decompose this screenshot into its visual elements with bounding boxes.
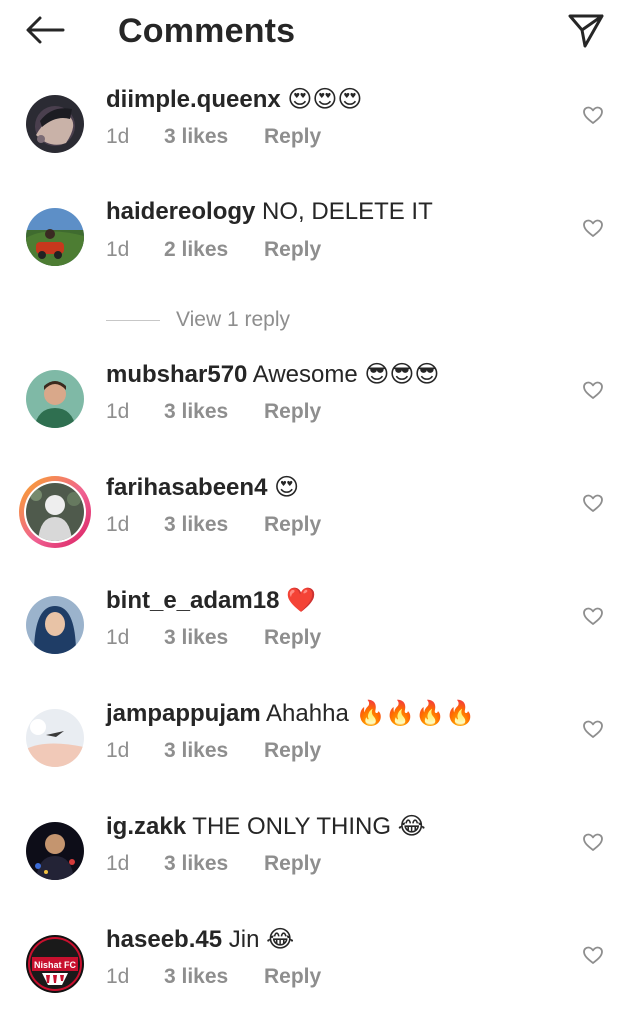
comment-text-line: bint_e_adam18 ❤️ — [106, 586, 316, 615]
comment-row: ig.zakk THE ONLY THING 😂 1d 3 likes Reply — [0, 813, 639, 922]
comment-likes[interactable]: 3 likes — [164, 739, 264, 763]
comment-username[interactable]: jampappujam — [106, 700, 261, 727]
comment-likes[interactable]: 3 likes — [164, 626, 264, 650]
arrow-left-icon — [26, 16, 65, 44]
like-button[interactable] — [581, 830, 605, 854]
comment-text: Awesome 😎😎😎 — [252, 361, 440, 388]
view-replies-button[interactable]: View 1 reply — [106, 306, 290, 334]
avatar[interactable] — [26, 370, 84, 428]
heart-icon — [583, 219, 603, 237]
comment-meta: 1d 3 likes Reply — [106, 852, 321, 876]
comment-text-line: jampappujam Ahahha 🔥🔥🔥🔥 — [106, 699, 475, 728]
team-badge-text: Nishat FC — [34, 960, 77, 970]
divider — [106, 319, 160, 321]
comment-username[interactable]: farihasabeen4 — [106, 474, 267, 501]
comment-row: farihasabeen4 😍 1d 3 likes Reply — [0, 474, 639, 583]
reply-button[interactable]: Reply — [264, 400, 321, 424]
comment-likes[interactable]: 3 likes — [164, 852, 264, 876]
avatar[interactable] — [26, 208, 84, 266]
reply-button[interactable]: Reply — [264, 739, 321, 763]
avatar-story-ring[interactable] — [19, 476, 91, 548]
comment-likes[interactable]: 3 likes — [164, 400, 264, 424]
comment-text: 😍 — [274, 474, 300, 501]
like-button[interactable] — [581, 378, 605, 402]
comment-username[interactable]: ig.zakk — [106, 813, 186, 840]
comment-username[interactable]: bint_e_adam18 — [106, 587, 279, 614]
comment-meta: 1d 3 likes Reply — [106, 965, 321, 989]
comment-text: 😍😍😍 — [287, 85, 363, 113]
comment-time: 1d — [106, 125, 130, 148]
comment-likes[interactable]: 2 likes — [164, 238, 264, 262]
comment-likes[interactable]: 3 likes — [164, 125, 264, 149]
reply-button[interactable]: Reply — [264, 852, 321, 876]
comment-likes[interactable]: 3 likes — [164, 965, 264, 989]
comment-text-line: diimple.queenx 😍😍😍 — [106, 85, 362, 114]
comment-row: haidereology NO, DELETE IT 1d 2 likes Repl… — [0, 198, 639, 308]
comment-time: 1d — [106, 238, 130, 261]
reply-button[interactable]: Reply — [264, 965, 321, 989]
heart-icon — [583, 381, 603, 399]
page-title: Comments — [118, 12, 296, 50]
comment-username[interactable]: haseeb.45 — [106, 926, 222, 953]
comment-username[interactable]: haidereology — [106, 198, 255, 225]
comment-username[interactable]: mubshar570 — [106, 361, 247, 388]
comment-text-line: farihasabeen4 😍 — [106, 473, 299, 502]
comment-text-line: ig.zakk THE ONLY THING 😂 — [106, 812, 426, 841]
top-bar: Comments — [0, 0, 639, 66]
comment-time: 1d — [106, 513, 130, 536]
comment-text: Jin 😂 — [228, 926, 295, 953]
share-button[interactable] — [563, 8, 609, 54]
heart-icon — [583, 607, 603, 625]
comment-time: 1d — [106, 739, 130, 762]
like-button[interactable] — [581, 216, 605, 240]
avatar[interactable]: Nishat FC — [26, 935, 84, 993]
paper-plane-icon — [568, 14, 604, 48]
like-button[interactable] — [581, 491, 605, 515]
comment-meta: 1d 3 likes Reply — [106, 626, 321, 650]
comment-time: 1d — [106, 626, 130, 649]
like-button[interactable] — [581, 943, 605, 967]
comment-meta: 1d 3 likes Reply — [106, 125, 321, 149]
comment-text-line: mubshar570 Awesome 😎😎😎 — [106, 360, 439, 389]
comment-text-line: haseeb.45 Jin 😂 — [106, 925, 294, 954]
avatar[interactable] — [26, 95, 84, 153]
avatar[interactable] — [26, 822, 84, 880]
comment-row: bint_e_adam18 ❤️ 1d 3 likes Reply — [0, 587, 639, 696]
comment-username[interactable]: diimple.queenx — [106, 86, 281, 113]
comment-row: mubshar570 Awesome 😎😎😎 1d 3 likes Reply — [0, 361, 639, 470]
reply-button[interactable]: Reply — [264, 513, 321, 537]
comment-text-line: haidereology NO, DELETE IT — [106, 198, 433, 226]
avatar[interactable] — [26, 596, 84, 654]
like-button[interactable] — [581, 604, 605, 628]
comment-text: NO, DELETE IT — [262, 198, 433, 225]
comment-text: ❤️ — [286, 587, 316, 614]
comment-meta: 1d 3 likes Reply — [106, 400, 321, 424]
comment-text: Ahahha 🔥🔥🔥🔥 — [266, 700, 475, 727]
avatar[interactable] — [26, 709, 84, 767]
like-button[interactable] — [581, 717, 605, 741]
heart-icon — [583, 494, 603, 512]
comment-time: 1d — [106, 965, 130, 988]
back-button[interactable] — [22, 10, 68, 50]
comment-meta: 1d 3 likes Reply — [106, 739, 321, 763]
comment-row: jampappujam Ahahha 🔥🔥🔥🔥 1d 3 likes Reply — [0, 700, 639, 809]
reply-button[interactable]: Reply — [264, 125, 321, 149]
heart-icon — [583, 106, 603, 124]
view-replies-label: View 1 reply — [176, 308, 291, 331]
reply-button[interactable]: Reply — [264, 238, 321, 262]
heart-icon — [583, 833, 603, 851]
comment-row: Nishat FC haseeb.45 Jin 😂 1d 3 likes Reply — [0, 926, 639, 1035]
comment-meta: 1d 2 likes Reply — [106, 238, 321, 262]
comment-row: diimple.queenx 😍😍😍 1d 3 likes Reply — [0, 85, 639, 195]
comment-text: THE ONLY THING 😂 — [192, 813, 426, 840]
comment-time: 1d — [106, 400, 130, 423]
heart-icon — [583, 946, 603, 964]
comment-likes[interactable]: 3 likes — [164, 513, 264, 537]
like-button[interactable] — [581, 103, 605, 127]
reply-button[interactable]: Reply — [264, 626, 321, 650]
heart-icon — [583, 720, 603, 738]
comment-meta: 1d 3 likes Reply — [106, 513, 321, 537]
comment-time: 1d — [106, 852, 130, 875]
